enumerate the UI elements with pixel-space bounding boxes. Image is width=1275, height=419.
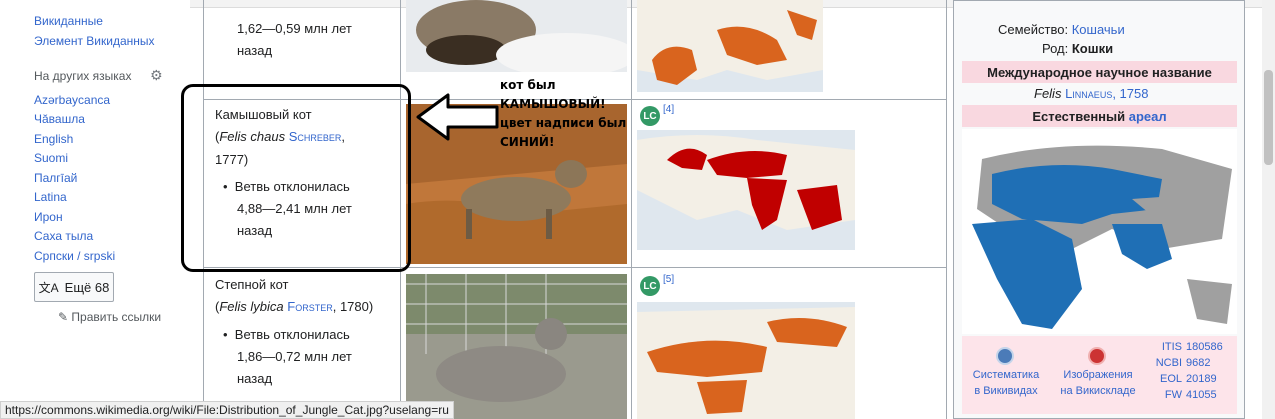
commons-label: Изображения — [1063, 369, 1133, 381]
annotation-line: КАМЫШОВЫЙ! — [500, 97, 606, 111]
year-link[interactable]: , 1758 — [1112, 86, 1148, 101]
edit-links-label: Править ссылки — [71, 310, 162, 324]
species-year: , 1780) — [332, 299, 374, 314]
identifier-key: ITIS — [1161, 341, 1182, 353]
language-link[interactable]: Latina — [34, 190, 67, 204]
divergence-range-link[interactable]: 1,86—0,72 млн лет назад — [237, 346, 352, 390]
status-bar-url: https://commons.wikimedia.org/wiki/File:… — [0, 401, 454, 419]
annotation-text: кот был КАМЫШОВЫЙ! цвет надписи был СИНИ… — [500, 76, 630, 152]
annotation-line: кот был — [500, 78, 556, 92]
identifier-value: 180586 — [1186, 341, 1223, 353]
genus-row: Род: Кошки — [1042, 41, 1113, 56]
wikispecies-label: в Викивидах — [974, 385, 1038, 397]
table-cell[interactable]: 1,62—0,59 млн лет назад — [237, 18, 352, 62]
table-border — [946, 0, 947, 419]
genus-range-map[interactable] — [962, 129, 1237, 334]
intl-name-heading: Международное научное название — [962, 61, 1237, 83]
author-link[interactable]: Forster — [287, 299, 332, 314]
wikispecies-label: Систематика — [972, 369, 1040, 381]
range-map[interactable] — [637, 130, 855, 250]
range-heading-text: Естественный — [1032, 108, 1126, 124]
more-languages-label: Ещё 68 — [64, 279, 110, 295]
range-map[interactable] — [637, 302, 855, 419]
scrollbar-thumb[interactable] — [1264, 70, 1273, 165]
family-row: Семейство: Кошачьи — [998, 22, 1125, 37]
sidebar-link-wikispecies[interactable]: Викиданные — [34, 14, 103, 28]
commons-icon — [1088, 347, 1106, 365]
identifier-key: FW — [1164, 389, 1182, 401]
range-map[interactable] — [637, 0, 823, 92]
species-photo[interactable] — [406, 274, 627, 419]
range-heading-link[interactable]: ареал — [1129, 109, 1167, 124]
wikispecies-link[interactable]: Систематика в Викивидах — [968, 367, 1044, 399]
more-languages-button[interactable]: 文A Ещё 68 — [34, 272, 114, 302]
identifier-value: 9682 — [1186, 357, 1211, 369]
gear-icon[interactable]: ⚙ — [150, 68, 164, 82]
divergence-range: назад — [237, 43, 273, 58]
identifier-key: EOL — [1159, 373, 1182, 385]
latin-name: Felis lybica — [219, 299, 284, 314]
intl-name: Felis Linnaeus, 1758 — [1034, 86, 1148, 101]
reference-link[interactable]: [5] — [663, 274, 674, 285]
identifier-row[interactable]: ITIS 180586 — [1152, 339, 1223, 355]
edit-links-link[interactable]: ✎ Править ссылки — [58, 310, 161, 324]
sidebar-link-wikidata-item[interactable]: Элемент Викиданных — [34, 34, 155, 48]
bullet-dot: • — [223, 327, 228, 342]
genus-value: Кошки — [1071, 41, 1114, 56]
species-link-steppe-cat[interactable]: Степной кот — [215, 274, 288, 296]
species-latin: (Felis lybica Forster, 1780) — [215, 296, 373, 318]
family-link[interactable]: Кошачьи — [1072, 22, 1125, 37]
family-label: Семейство: — [998, 22, 1069, 37]
language-link[interactable]: Српски / srpski — [34, 249, 115, 263]
language-link[interactable]: Suomi — [34, 151, 68, 165]
divergence-label: Ветвь отклонилась — [234, 327, 350, 342]
reference-link[interactable]: [4] — [663, 104, 674, 115]
identifier-row[interactable]: EOL 20189 — [1152, 371, 1223, 387]
annotation-arrow — [416, 93, 499, 141]
language-link[interactable]: Саха тыла — [34, 229, 93, 243]
translate-icon: 文A — [38, 280, 59, 295]
taxobox: Семейство: Кошачьи Род: Кошки Международ… — [953, 0, 1245, 419]
conservation-status-badge[interactable]: LC — [640, 106, 660, 126]
wikispecies-icon — [996, 347, 1014, 365]
language-link[interactable]: Чăвашла — [34, 112, 85, 126]
languages-heading: На других языках — [34, 69, 132, 83]
annotation-line: СИНИЙ! — [500, 135, 555, 149]
annotation-box — [181, 84, 411, 272]
sidebar: Викиданные Элемент Викиданных На других … — [0, 0, 190, 419]
language-link[interactable]: Azərbaycanca — [34, 93, 110, 107]
conservation-status-badge[interactable]: LC — [640, 276, 660, 296]
language-link[interactable]: Ирон — [34, 210, 63, 224]
language-link[interactable]: English — [34, 132, 73, 146]
identifier-value: 41055 — [1186, 389, 1217, 401]
identifier-key: NCBI — [1155, 357, 1182, 369]
annotation-line: цвет надписи был — [500, 116, 627, 130]
genus-label: Род: — [1042, 41, 1069, 56]
divergence-range: 1,62—0,59 млн лет — [237, 21, 352, 36]
divergence-bullet: • Ветвь отклонилась — [223, 327, 350, 342]
divergence-range: назад — [237, 371, 273, 386]
identifier-row[interactable]: NCBI 9682 — [1152, 355, 1223, 371]
scrollbar[interactable] — [1262, 0, 1275, 419]
intl-genus: Felis — [1034, 86, 1062, 101]
pencil-icon: ✎ — [58, 310, 69, 324]
species-photo[interactable] — [406, 0, 627, 72]
divergence-range: 1,86—0,72 млн лет — [237, 349, 352, 364]
commons-label: на Викискладе — [1060, 385, 1136, 397]
language-link[interactable]: Пaлгīай — [34, 171, 77, 185]
author-link[interactable]: Linnaeus — [1065, 86, 1112, 101]
identifier-value: 20189 — [1186, 373, 1217, 385]
taxon-identifiers: ITIS 180586 NCBI 9682 EOL 20189 FW 41055 — [1152, 339, 1223, 403]
table-border — [631, 0, 632, 419]
range-heading: Естественный ареал — [962, 105, 1237, 127]
commons-link[interactable]: Изображения на Викискладе — [1054, 367, 1142, 399]
identifier-row[interactable]: FW 41055 — [1152, 387, 1223, 403]
